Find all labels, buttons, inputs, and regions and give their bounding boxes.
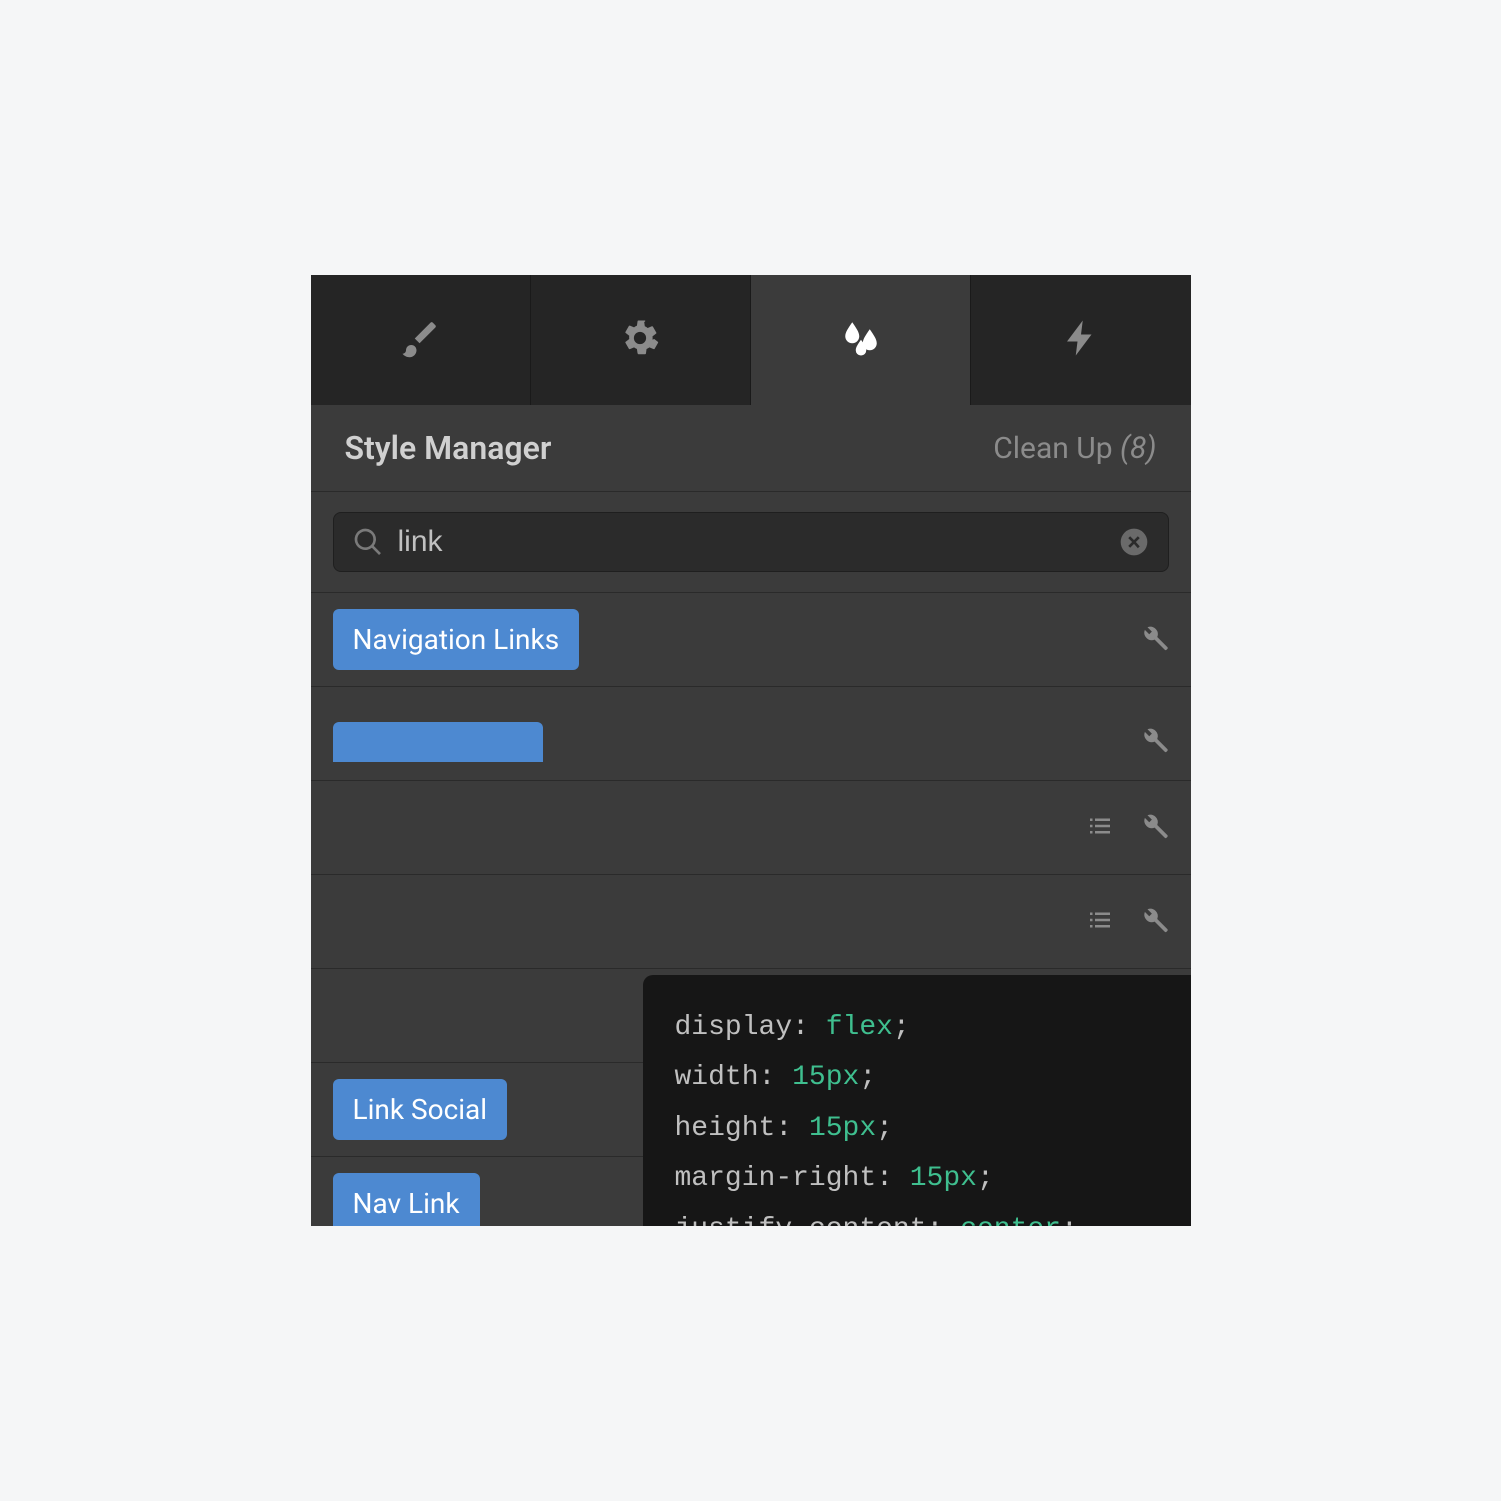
css-line: justify-content: center; — [675, 1205, 1191, 1226]
list-icon[interactable] — [1085, 905, 1115, 939]
css-line: display: flex; — [675, 1003, 1191, 1053]
result-row[interactable]: x — [311, 781, 1191, 875]
wrench-icon[interactable] — [1139, 725, 1169, 759]
brush-icon — [399, 317, 441, 363]
panel-title: Style Manager — [345, 429, 552, 467]
gear-icon — [619, 317, 661, 363]
panel-tab-bar — [311, 275, 1191, 405]
row-actions — [1139, 725, 1169, 759]
bolt-icon — [1060, 317, 1102, 363]
css-line: width: 15px; — [675, 1053, 1191, 1103]
style-manager-panel: Style Manager Clean Up (8) Navigation Li… — [311, 275, 1191, 1226]
css-line: margin-right: 15px; — [675, 1154, 1191, 1204]
search-row — [311, 492, 1191, 593]
class-chip[interactable] — [333, 722, 543, 762]
clear-search-button[interactable] — [1118, 526, 1150, 558]
result-row[interactable] — [311, 687, 1191, 781]
result-row[interactable]: Navigation Links — [311, 593, 1191, 687]
row-actions — [1139, 623, 1169, 657]
class-chip[interactable]: Navigation Links — [333, 609, 580, 670]
search-input[interactable] — [398, 525, 1104, 559]
cleanup-label: Clean Up — [993, 431, 1112, 466]
class-chip-nav-link[interactable]: Nav Link — [333, 1173, 480, 1226]
result-row[interactable]: x — [311, 875, 1191, 969]
css-line: height: 15px; — [675, 1104, 1191, 1154]
search-icon — [352, 526, 384, 558]
row-actions — [1085, 905, 1169, 939]
row-actions — [1085, 811, 1169, 845]
drops-icon — [840, 317, 882, 363]
wrench-icon[interactable] — [1139, 623, 1169, 657]
css-tooltip: display: flex; width: 15px; height: 15px… — [643, 975, 1191, 1226]
cleanup-button[interactable]: Clean Up (8) — [993, 431, 1156, 466]
wrench-icon[interactable] — [1139, 905, 1169, 939]
list-icon[interactable] — [1085, 811, 1115, 845]
cleanup-count: (8) — [1120, 431, 1156, 466]
interactions-tab[interactable] — [971, 275, 1190, 405]
wrench-icon[interactable] — [1139, 811, 1169, 845]
panel-header: Style Manager Clean Up (8) — [311, 405, 1191, 492]
style-tab[interactable] — [311, 275, 531, 405]
close-circle-icon — [1118, 526, 1150, 558]
search-input-wrap[interactable] — [333, 512, 1169, 572]
style-manager-tab[interactable] — [751, 275, 971, 405]
class-chip-link-social[interactable]: Link Social — [333, 1079, 508, 1140]
settings-tab[interactable] — [531, 275, 751, 405]
